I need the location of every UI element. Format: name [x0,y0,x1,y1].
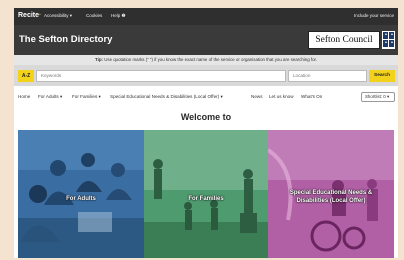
nav-whats-on[interactable]: What's On [301,94,322,99]
card-for-families[interactable]: For Families [144,130,268,258]
main-navigation: Home For Adults ▾ For Families ▾ Special… [14,90,398,104]
nav-let-us-know[interactable]: Let us know [269,94,294,99]
site-title[interactable]: The Sefton Directory [19,34,112,45]
recite-logo-dot: · [39,12,42,19]
site-header: The Sefton Directory Sefton Council [14,25,398,55]
a-z-button[interactable]: A-Z [18,70,34,82]
card-for-adults[interactable]: For Adults [18,130,144,258]
card-send-local-offer[interactable]: Special Educational Needs & Disabilities… [268,130,394,258]
card-label-for-families: For Families [188,196,224,202]
accessibility-menu[interactable]: Accessibility ▾ [44,13,72,19]
location-input[interactable]: Location [288,70,367,82]
top-utility-bar: Recite· Accessibility ▾ Cookies Help ❷ I… [14,8,398,25]
council-crest-icon [382,31,395,49]
category-cards: For Adults For Families Special Educatio… [18,130,394,258]
shortlist-dropdown[interactable]: Shortlist: 0 ▾ [361,92,395,102]
nav-send-local-offer[interactable]: Special Educational Needs & Disabilities… [110,94,223,100]
adults-photo [18,130,144,258]
recite-logo-text: Recite [18,12,40,19]
search-bar: A-Z Keywords Location Search [14,65,398,86]
nav-home[interactable]: Home [18,94,30,99]
search-button[interactable]: Search [369,70,395,82]
nav-news[interactable]: News [251,94,263,99]
page: Recite· Accessibility ▾ Cookies Help ❷ I… [14,8,398,258]
search-tip: Tip: Use quotation marks (" ") if you kn… [14,55,398,65]
council-logo[interactable]: Sefton Council [308,31,380,49]
card-label-send-line1: Special Educational Needs & [289,190,373,196]
nav-for-adults[interactable]: For Adults ▾ [38,94,62,100]
card-label-send-line2: Disabilities (Local Offer) [296,198,366,204]
tip-text: Use quotation marks (" ") if you know th… [102,57,317,62]
families-photo [144,130,268,258]
recite-logo[interactable]: Recite· [18,12,41,19]
keywords-input[interactable]: Keywords [36,70,286,82]
cookies-link[interactable]: Cookies [86,13,102,18]
card-label-for-adults: For Adults [66,196,96,202]
help-link[interactable]: Help ❷ [111,13,126,19]
include-service-link[interactable]: Include your service [354,13,394,18]
welcome-heading: Welcome to [180,112,232,122]
nav-for-families[interactable]: For Families ▾ [72,94,101,100]
tip-label: Tip: [95,57,103,62]
